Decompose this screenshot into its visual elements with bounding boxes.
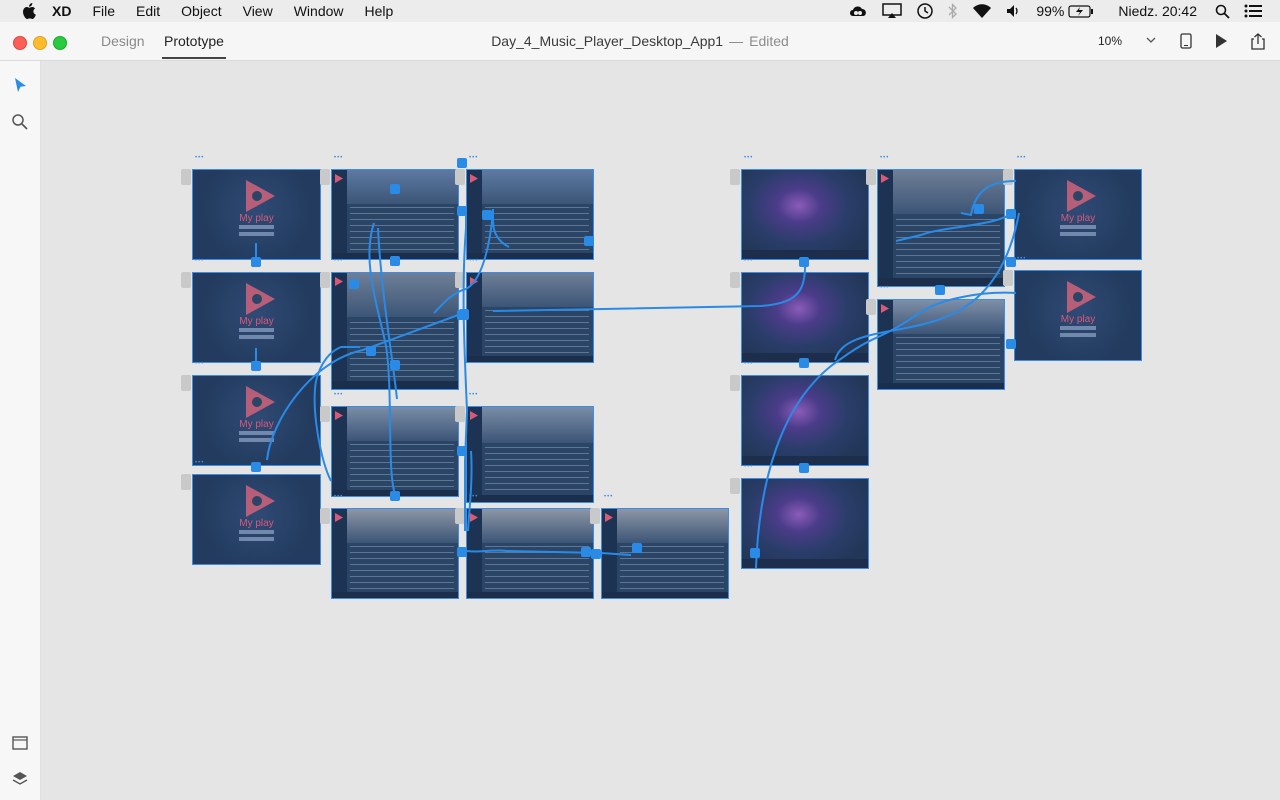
prototype-wire[interactable] [466,549,602,554]
menu-window[interactable]: Window [294,3,344,19]
wire-handle[interactable] [251,257,261,267]
wire-handle[interactable] [581,547,591,557]
active-tab-indicator [162,57,226,59]
wire-handle[interactable] [457,206,467,216]
wire-handle[interactable] [349,279,359,289]
prototype-wire[interactable] [462,227,469,531]
menu-file[interactable]: File [92,3,115,19]
wire-handle[interactable] [750,548,760,558]
title-separator: — [729,33,744,49]
wire-handle[interactable] [799,358,809,368]
wire-handle[interactable] [1006,257,1016,267]
prototype-wire[interactable] [313,346,360,482]
menu-view[interactable]: View [243,3,273,19]
prototype-wire[interactable] [467,450,473,532]
wire-handle[interactable] [457,446,467,456]
menu-help[interactable]: Help [365,3,394,19]
prototype-wire[interactable] [492,256,807,312]
prototype-wire[interactable] [377,227,398,400]
wire-handle[interactable] [459,310,469,320]
document-name: Day_4_Music_Player_Desktop_App1 [491,33,724,49]
wire-handle[interactable] [1006,339,1016,349]
menu-bar: XD File Edit Object View Window Help 99%… [0,0,1280,23]
close-window-button[interactable] [13,36,27,50]
wire-handle[interactable] [632,543,642,553]
menubar-clock[interactable]: Niedz. 20:42 [1118,3,1197,19]
spotlight-icon[interactable] [1215,4,1230,19]
prototype-wire[interactable] [834,212,1020,361]
prototype-wires[interactable] [41,61,1280,800]
chevron-down-icon[interactable] [1146,36,1156,44]
prototype-wire[interactable] [266,313,462,461]
title-bar: Design Prototype Day_4_Music_Player_Desk… [0,22,1280,61]
tab-prototype[interactable]: Prototype [164,33,224,49]
zoom-tool-icon[interactable] [11,113,29,131]
minimize-window-button[interactable] [33,36,47,50]
prototype-wire[interactable] [755,291,1017,569]
wire-handle[interactable] [591,549,601,559]
wire-handle[interactable] [799,257,809,267]
select-tool-icon[interactable] [11,77,29,95]
menu-edit[interactable]: Edit [136,3,160,19]
wire-handle[interactable] [1006,209,1016,219]
prototype-wire[interactable] [492,209,510,248]
airplay-icon[interactable] [882,3,903,19]
artboard-tool-icon[interactable] [11,734,29,752]
play-preview-icon[interactable] [1214,33,1228,49]
wire-handle[interactable] [251,361,261,371]
notification-center-icon[interactable] [1244,4,1262,18]
left-toolbar [0,61,41,800]
prototype-wire[interactable] [600,552,632,556]
time-machine-icon[interactable] [916,2,934,20]
wire-handle[interactable] [390,360,400,370]
wire-handle[interactable] [366,346,376,356]
document-status: Edited [749,33,789,49]
wire-handle[interactable] [457,547,467,557]
wire-handle[interactable] [935,285,945,295]
wire-handle[interactable] [390,256,400,266]
wire-handle[interactable] [457,158,467,168]
tab-design[interactable]: Design [101,33,145,49]
wire-handle[interactable] [482,210,492,220]
battery-icon[interactable] [1068,4,1094,18]
wire-handle[interactable] [974,204,984,214]
prototype-wire[interactable] [895,214,1010,242]
apple-icon[interactable] [22,3,36,19]
bluetooth-icon[interactable] [948,3,958,19]
menu-app-name[interactable]: XD [52,3,71,19]
layers-icon[interactable] [11,770,29,788]
volume-icon[interactable] [1006,4,1022,18]
wire-handle[interactable] [390,184,400,194]
wire-handle[interactable] [390,491,400,501]
wire-handle[interactable] [584,236,594,246]
wifi-icon[interactable] [972,3,992,19]
wire-handle[interactable] [251,462,261,472]
share-icon[interactable] [1250,33,1266,50]
device-preview-icon[interactable] [1180,33,1192,49]
menu-object[interactable]: Object [181,3,221,19]
zoom-window-button[interactable] [53,36,67,50]
prototype-canvas[interactable]: My play ••• My play ••• My play ••• My play •••… [41,61,1280,800]
creative-cloud-icon[interactable] [848,4,868,18]
battery-percent: 99% [1036,3,1065,19]
wire-handle[interactable] [799,463,809,473]
